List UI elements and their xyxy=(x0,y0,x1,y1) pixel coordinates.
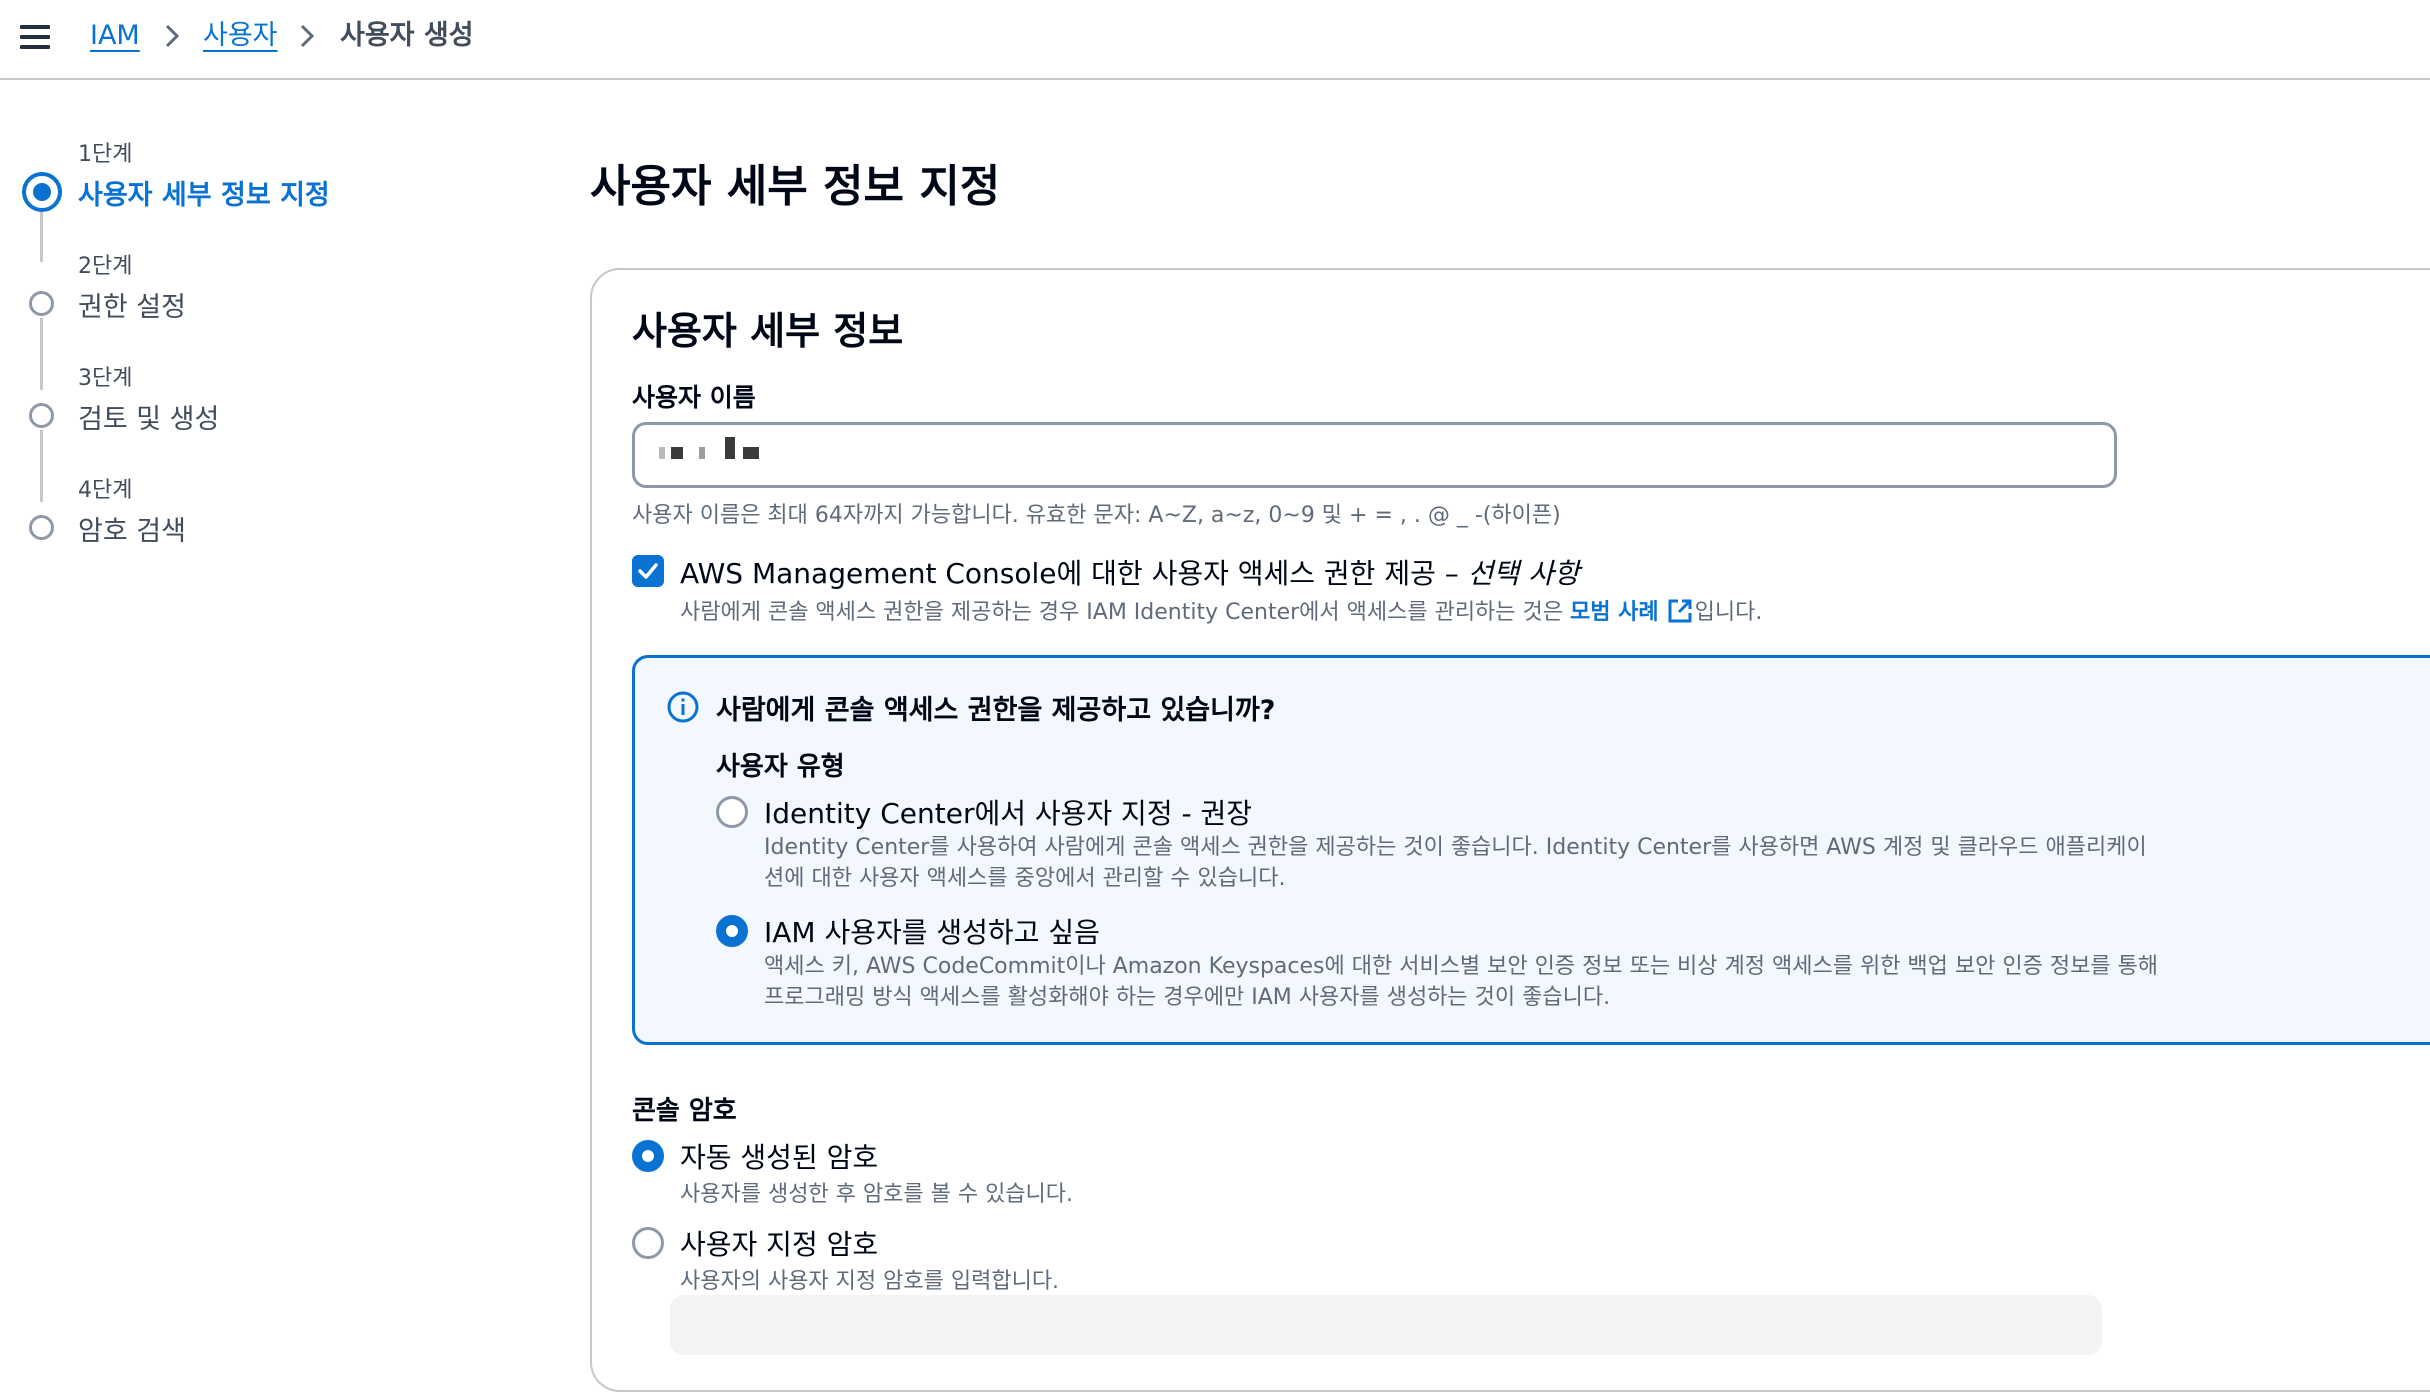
page-title: 사용자 세부 정보 지정 xyxy=(590,161,1001,212)
step-connector xyxy=(40,318,43,390)
custom-password-label: 사용자 지정 암호 xyxy=(680,1228,879,1261)
redacted-username-block xyxy=(699,447,705,459)
console-access-desc-text: 사람에게 콘솔 액세스 권한을 제공하는 경우 IAM Identity Cen… xyxy=(680,600,1571,625)
auto-password-radio[interactable] xyxy=(632,1140,664,1172)
iam-user-option-label: IAM 사용자를 생성하고 싶음 xyxy=(764,916,1100,949)
chevron-right-icon xyxy=(165,24,180,48)
step-1-title[interactable]: 사용자 세부 정보 지정 xyxy=(78,173,330,212)
redacted-username-block xyxy=(743,447,759,459)
custom-password-radio[interactable] xyxy=(632,1227,664,1259)
console-access-desc: 사람에게 콘솔 액세스 권한을 제공하는 경우 IAM Identity Cen… xyxy=(680,594,1762,626)
alert-title: 사람에게 콘솔 액세스 권한을 제공하고 있습니까? xyxy=(716,695,1276,726)
card-title: 사용자 세부 정보 xyxy=(632,309,904,353)
user-type-label: 사용자 유형 xyxy=(716,752,845,782)
step-1-label: 1단계 xyxy=(78,142,133,167)
checkmark-icon xyxy=(638,563,658,579)
breadcrumb-iam[interactable]: IAM xyxy=(90,17,140,55)
console-access-label-text: AWS Management Console에 대한 사용자 액세스 권한 제공… xyxy=(680,557,1468,590)
redacted-username xyxy=(659,447,665,459)
step-4-title: 암호 검색 xyxy=(78,516,186,547)
step-1-indicator xyxy=(22,172,62,212)
console-password-label: 콘솔 암호 xyxy=(632,1096,737,1126)
custom-password-desc: 사용자의 사용자 지정 암호를 입력합니다. xyxy=(680,1269,1060,1294)
step-2-label: 2단계 xyxy=(78,254,133,279)
step-3-title: 검토 및 생성 xyxy=(78,404,220,435)
optional-tag: 선택 사항 xyxy=(1467,557,1580,590)
custom-password-input[interactable] xyxy=(670,1295,2102,1355)
iam-user-option-desc: 액세스 키, AWS CodeCommit이나 Amazon Keyspaces… xyxy=(764,954,2159,1010)
step-3-indicator xyxy=(29,403,54,428)
identity-center-radio[interactable] xyxy=(716,796,748,828)
breadcrumb-users[interactable]: 사용자 xyxy=(203,17,278,55)
auto-password-desc: 사용자를 생성한 후 암호를 볼 수 있습니다. xyxy=(680,1182,1074,1207)
breadcrumb-create-user: 사용자 생성 xyxy=(340,20,474,51)
redacted-username-block xyxy=(671,447,683,459)
step-connector xyxy=(40,212,43,262)
step-2-indicator xyxy=(29,291,54,316)
username-input[interactable] xyxy=(632,422,2117,488)
identity-center-option-label: Identity Center에서 사용자 지정 - 권장 xyxy=(764,797,1252,830)
external-link-icon[interactable] xyxy=(1667,598,1693,624)
auto-password-label: 자동 생성된 암호 xyxy=(680,1141,879,1174)
username-label: 사용자 이름 xyxy=(632,383,756,412)
top-navigation-bar: IAM 사용자 사용자 생성 xyxy=(0,0,2430,80)
console-access-checkbox[interactable] xyxy=(632,555,664,587)
menu-icon[interactable] xyxy=(20,24,50,50)
step-4-label: 4단계 xyxy=(78,478,133,503)
redacted-username-block xyxy=(725,437,735,459)
console-access-label: AWS Management Console에 대한 사용자 액세스 권한 제공… xyxy=(680,552,1580,592)
username-hint: 사용자 이름은 최대 64자까지 가능합니다. 유효한 문자: A~Z, a~z… xyxy=(632,503,1561,528)
iam-user-radio[interactable] xyxy=(716,915,748,947)
info-icon xyxy=(667,691,699,723)
best-practice-link[interactable]: 모범 사례 xyxy=(1570,600,1659,625)
step-3-label: 3단계 xyxy=(78,366,133,391)
step-2-title: 권한 설정 xyxy=(78,292,186,323)
chevron-right-icon xyxy=(300,24,315,48)
step-connector xyxy=(40,430,43,502)
console-access-desc-end: 입니다. xyxy=(1694,600,1763,625)
step-4-indicator xyxy=(29,515,54,540)
identity-center-option-desc: Identity Center를 사용하여 사람에게 콘솔 액세스 권한을 제공… xyxy=(764,835,2147,891)
